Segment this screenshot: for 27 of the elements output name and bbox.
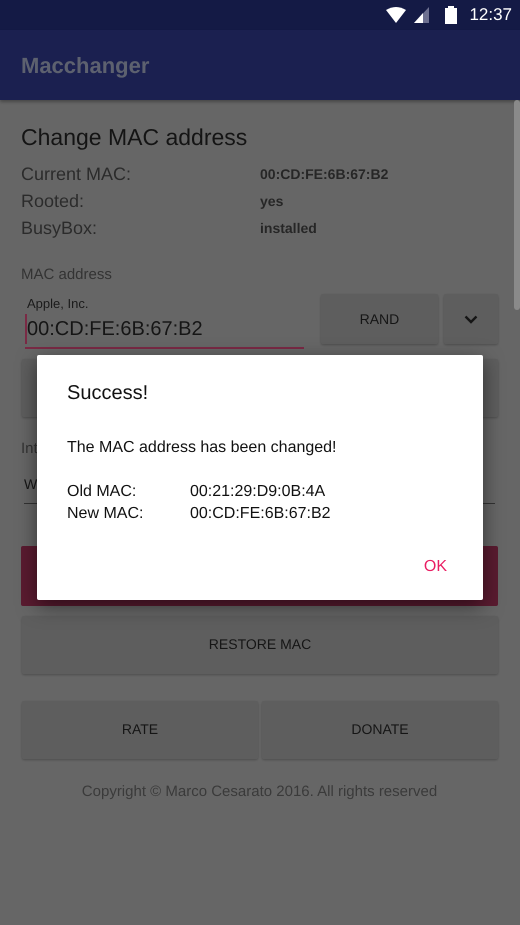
bottom-button[interactable]: DONATE: [262, 700, 498, 758]
status-time: 12:37: [469, 4, 512, 26]
info-label: Rooted:: [21, 190, 86, 212]
info-value: 00:CD:FE:6B:67:B2: [260, 164, 388, 184]
dialog-message: The MAC address has been changed!: [67, 438, 338, 458]
mac-value: 00:21:29:D9:0B:4A: [190, 483, 326, 500]
info-value: installed: [260, 218, 317, 238]
dropdown-button[interactable]: [444, 294, 498, 344]
section-title: Change MAC address: [21, 123, 248, 152]
dialog-title: Success!: [67, 381, 150, 405]
app-title: Macchanger: [21, 52, 150, 80]
rand-button[interactable]: RAND: [320, 294, 438, 344]
battery-icon: [445, 6, 458, 24]
bottom-button[interactable]: RATE: [22, 700, 258, 758]
restore-mac-button[interactable]: RESTORE MAC: [22, 616, 498, 674]
mac-label: New MAC:: [67, 504, 144, 524]
wifi-icon: [386, 7, 406, 23]
ok-button[interactable]: OK: [416, 551, 455, 583]
mac-label: Old MAC:: [67, 482, 138, 502]
info-label: Current MAC:: [21, 162, 132, 186]
signal-icon: [414, 7, 430, 23]
mac-value: 00:CD:FE:6B:67:B2: [190, 505, 331, 522]
mac-address-field[interactable]: Apple, Inc. 00:CD:FE:6B:67:B2: [25, 294, 304, 348]
chevron-down-icon: [464, 314, 478, 324]
interface-dropdown[interactable]: W: [24, 474, 38, 494]
info-label: BusyBox:: [21, 216, 98, 240]
info-value: yes: [260, 192, 284, 211]
